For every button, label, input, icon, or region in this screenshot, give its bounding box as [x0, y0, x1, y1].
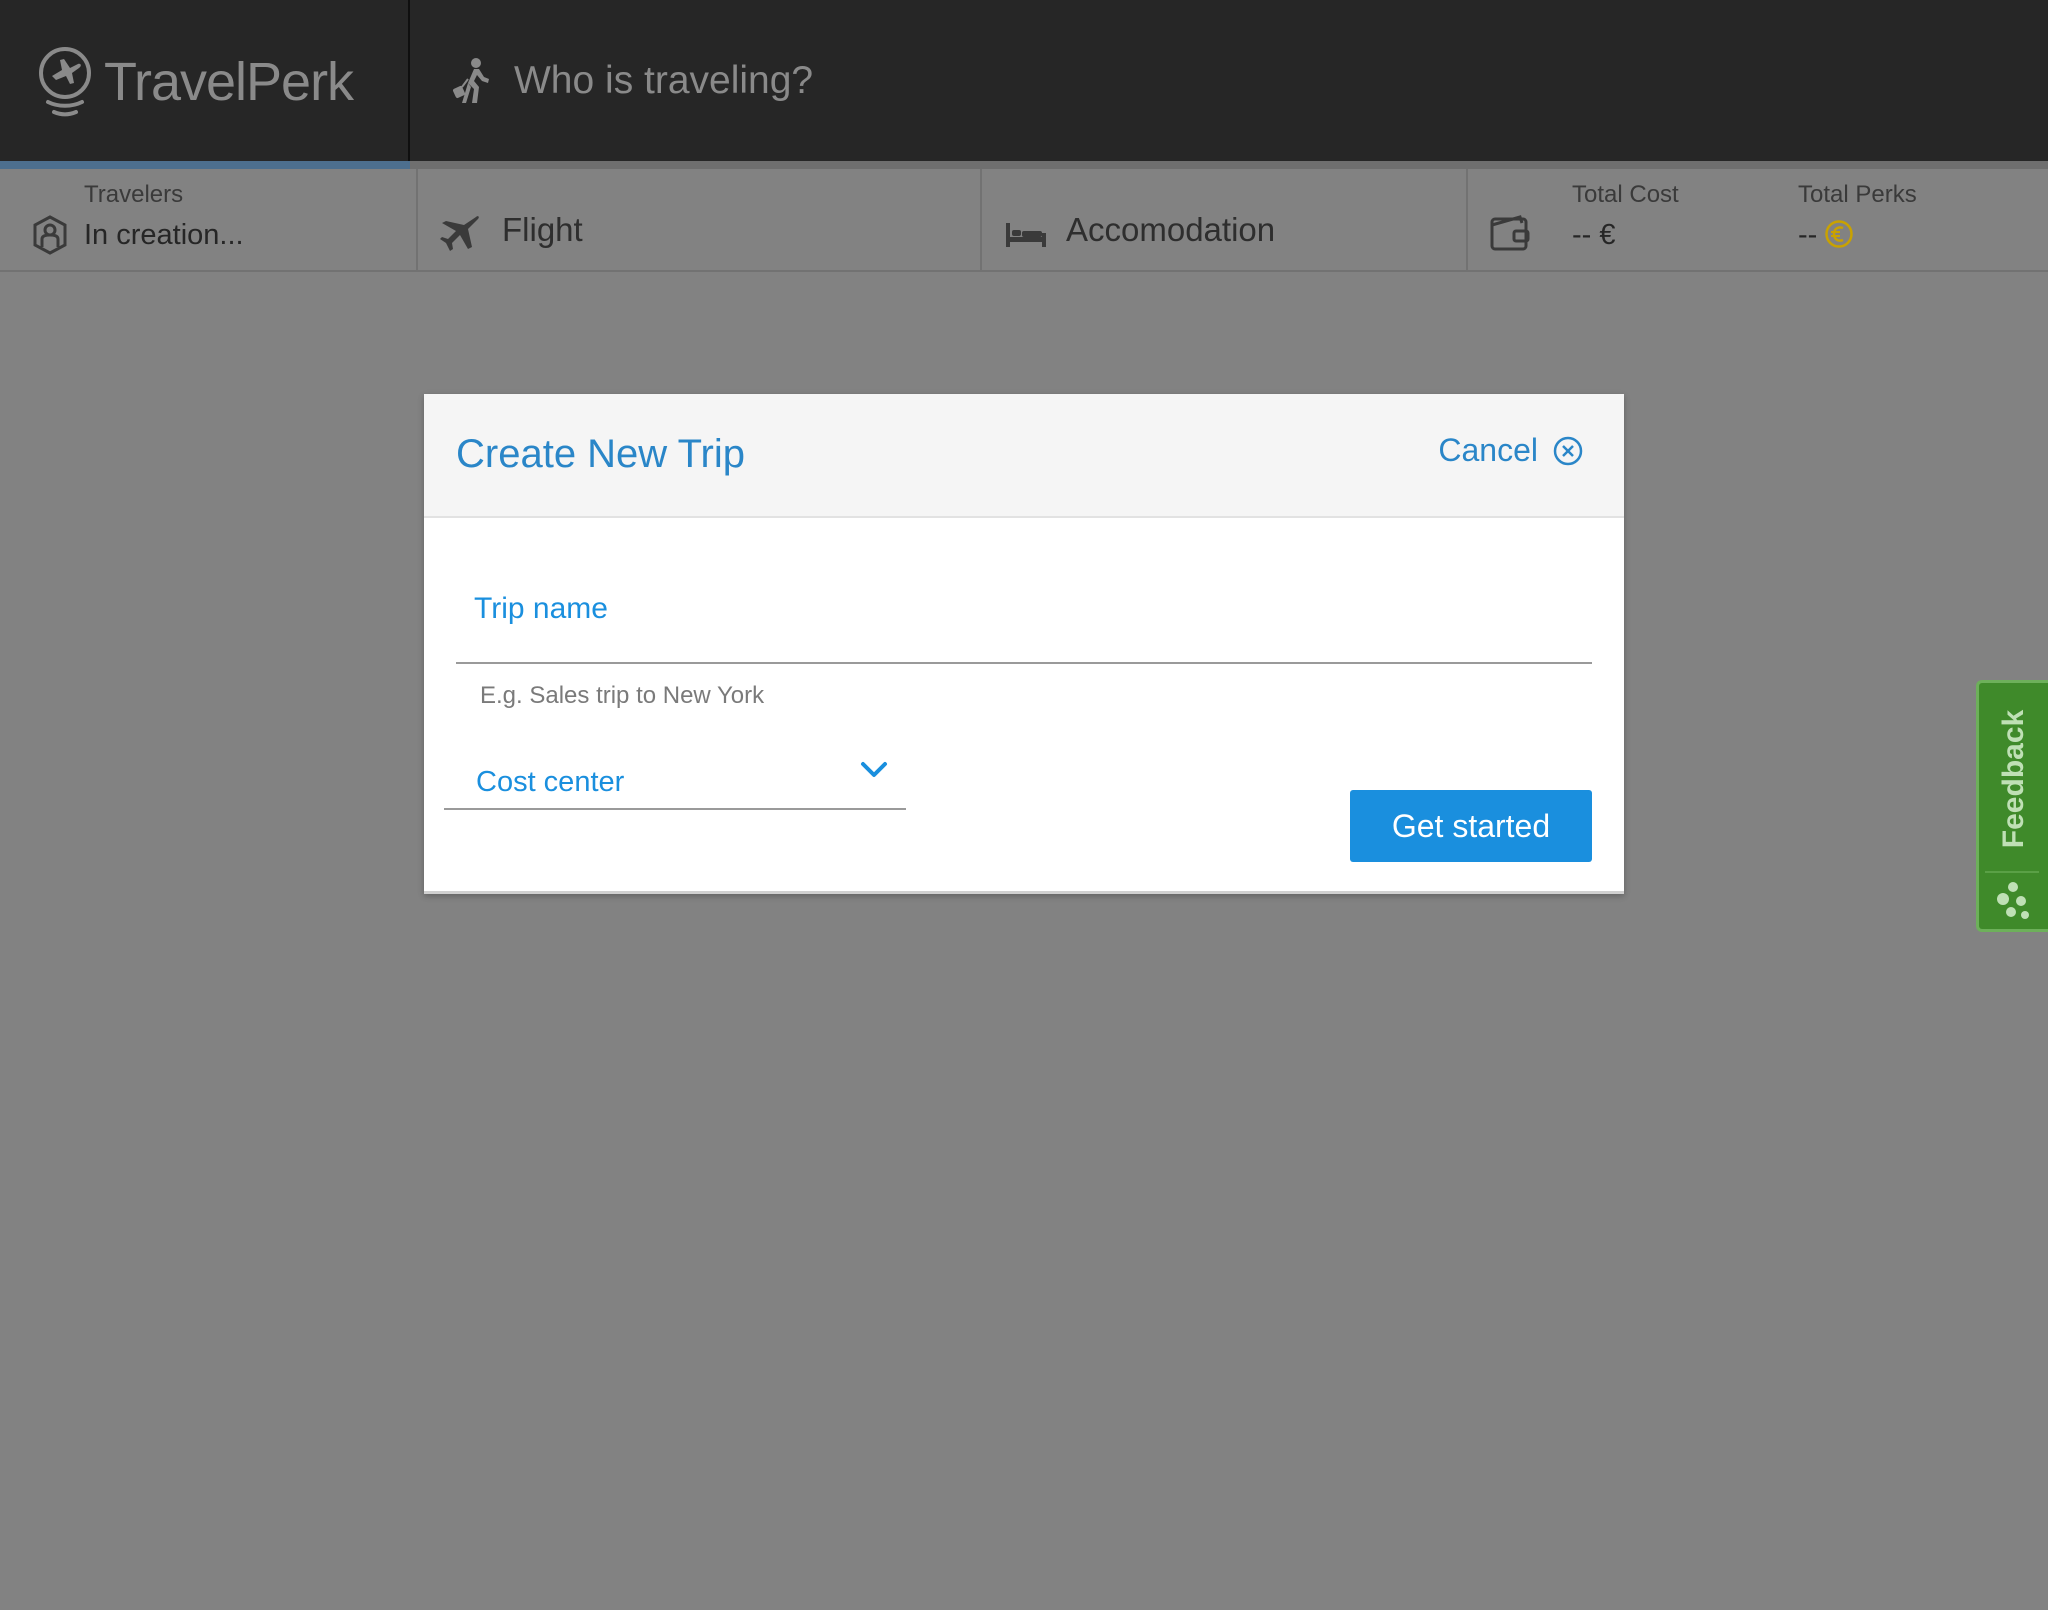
logo-globe-plane-icon [39, 46, 91, 116]
top-header: TravelPerk Who is traveling? [0, 0, 2048, 161]
current-step: Who is traveling? [450, 50, 813, 112]
cancel-button[interactable]: Cancel [1438, 432, 1584, 469]
feedback-label: Feedback [1996, 709, 2030, 849]
header-divider [408, 0, 410, 161]
trip-name-label: Trip name [474, 592, 608, 625]
logo-text: TravelPerk [104, 51, 354, 112]
bed-icon [1006, 223, 1046, 247]
accommodation-label: Accomodation [1066, 211, 1276, 248]
traveler-shield-icon [33, 215, 67, 255]
flight-label: Flight [502, 211, 583, 248]
trip-summary-bar: Travelers In creation... Flight Accomoda… [0, 169, 2048, 272]
total-cost-value: -- € [1572, 219, 1616, 251]
get-started-button[interactable]: Get started [1350, 790, 1592, 862]
chevron-down-icon [861, 762, 887, 777]
total-perks-label: Total Perks [1798, 181, 1917, 208]
feedback-dots-icon [1997, 882, 2029, 919]
walking-traveler-icon [453, 58, 489, 103]
cost-center-select[interactable]: Cost center [444, 742, 906, 810]
cost-center-label: Cost center [476, 766, 625, 798]
summary-cost[interactable]: Total Cost -- € Total Perks -- [1468, 169, 2048, 270]
wallet-icon [1490, 215, 1530, 251]
travelers-status: In creation... [84, 219, 244, 251]
feedback-tab[interactable]: Feedback [1976, 680, 2048, 932]
total-cost-label: Total Cost [1572, 181, 1679, 208]
close-circle-icon [1553, 436, 1583, 465]
euro-coin-icon [1825, 220, 1853, 248]
step-title: Who is traveling? [514, 59, 814, 102]
travelers-label: Travelers [84, 181, 184, 208]
modal-title: Create New Trip [456, 432, 745, 476]
total-perks-value: -- [1798, 219, 1818, 251]
create-trip-modal: Create New Trip Cancel Trip name E.g. Sa… [424, 394, 1624, 894]
trip-name-input[interactable]: Trip name [456, 554, 1592, 664]
summary-flight[interactable]: Flight [418, 169, 982, 270]
travelperk-logo[interactable]: TravelPerk [38, 44, 354, 119]
modal-header: Create New Trip Cancel [424, 394, 1624, 518]
progress-bar [0, 161, 2048, 169]
airplane-icon [440, 216, 479, 251]
progress-bar-fill [0, 161, 410, 169]
trip-name-hint: E.g. Sales trip to New York [480, 682, 765, 709]
feedback-divider [1985, 871, 2039, 873]
summary-travelers[interactable]: Travelers In creation... [0, 169, 418, 270]
cancel-label: Cancel [1438, 432, 1538, 468]
summary-accommodation[interactable]: Accomodation [982, 169, 1468, 270]
